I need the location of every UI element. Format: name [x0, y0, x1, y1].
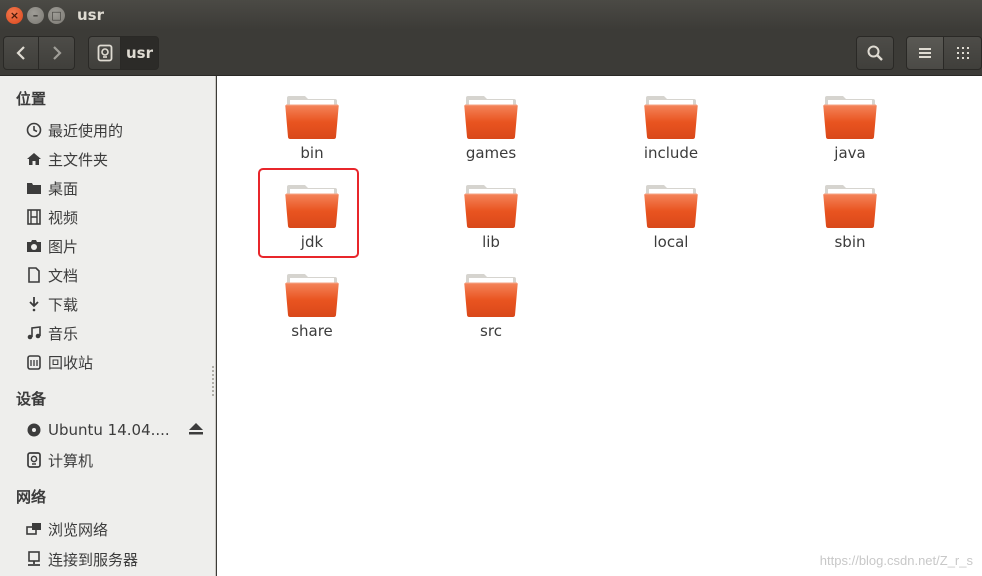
- film-icon: [25, 208, 43, 226]
- folder-icon: [823, 95, 877, 140]
- sidebar-item-label: 连接到服务器: [48, 550, 139, 569]
- sidebar-item-recent[interactable]: 最近使用的: [25, 118, 123, 142]
- folder-icon: [644, 184, 698, 229]
- path-root-button[interactable]: [88, 36, 121, 70]
- list-view-button[interactable]: [906, 36, 944, 70]
- folder-icon: [285, 273, 339, 318]
- folder-label: include: [643, 144, 699, 162]
- folder-item[interactable]: local: [606, 183, 736, 263]
- sidebar-item-music[interactable]: 音乐: [25, 321, 78, 345]
- folder-label: local: [653, 233, 689, 251]
- list-view-icon: [919, 48, 931, 58]
- drive-icon: [97, 44, 112, 62]
- folder-item[interactable]: lib: [426, 183, 556, 263]
- folder-item[interactable]: java: [785, 94, 915, 174]
- sidebar: 位置 最近使用的 主文件夹 桌面 视频 图片 文档 下载 音乐 回收站 设备 U…: [0, 76, 216, 576]
- sidebar-item-browse-network[interactable]: 浏览网络: [25, 517, 108, 541]
- folder-item[interactable]: src: [426, 272, 556, 352]
- trash-icon: [25, 353, 43, 371]
- sidebar-item-label: 桌面: [48, 179, 79, 198]
- music-icon: [25, 324, 43, 342]
- sidebar-item-desktop[interactable]: 桌面: [25, 176, 78, 200]
- folder-label: java: [834, 144, 866, 162]
- path-usr-button[interactable]: usr: [120, 36, 159, 70]
- home-icon: [25, 150, 43, 168]
- sidebar-item-label: 文档: [48, 266, 79, 285]
- back-button[interactable]: [3, 36, 39, 70]
- download-icon: [25, 295, 43, 313]
- camera-icon: [25, 237, 43, 255]
- folder-icon: [464, 273, 518, 318]
- sidebar-item-ubuntu-disc[interactable]: Ubuntu 14.04....: [25, 418, 170, 442]
- server-icon: [25, 550, 43, 568]
- folder-label: lib: [482, 233, 500, 251]
- folder-label: src: [480, 322, 502, 340]
- sidebar-item-home[interactable]: 主文件夹: [25, 147, 108, 171]
- sidebar-item-documents[interactable]: 文档: [25, 263, 78, 287]
- sidebar-item-trash[interactable]: 回收站: [25, 350, 93, 374]
- sidebar-item-downloads[interactable]: 下载: [25, 292, 78, 316]
- eject-icon[interactable]: [188, 422, 204, 436]
- folder-item[interactable]: include: [606, 94, 736, 174]
- document-icon: [25, 266, 43, 284]
- network-header: 网络: [16, 488, 47, 506]
- chevron-left-icon: [16, 46, 25, 60]
- sidebar-resize-handle[interactable]: [212, 366, 214, 396]
- folder-item[interactable]: sbin: [785, 183, 915, 263]
- selection-highlight-box: [258, 168, 359, 258]
- grid-view-button[interactable]: [943, 36, 982, 70]
- search-button[interactable]: [856, 36, 894, 70]
- title-bar: × – □ usr: [0, 0, 982, 30]
- folder-icon: [25, 179, 43, 197]
- network-icon: [25, 520, 43, 538]
- folder-icon: [464, 95, 518, 140]
- chevron-right-icon: [52, 46, 62, 60]
- sidebar-item-label: 音乐: [48, 324, 79, 343]
- sidebar-item-videos[interactable]: 视频: [25, 205, 78, 229]
- folder-item[interactable]: bin: [247, 94, 377, 174]
- sidebar-item-label: 浏览网络: [48, 520, 109, 539]
- disc-icon: [25, 421, 43, 439]
- places-header: 位置: [16, 90, 47, 108]
- sidebar-item-pictures[interactable]: 图片: [25, 234, 78, 258]
- forward-button[interactable]: [38, 36, 75, 70]
- folder-label: share: [291, 322, 333, 340]
- folder-icon: [285, 95, 339, 140]
- sidebar-item-label: 回收站: [48, 353, 94, 372]
- folder-label: sbin: [834, 233, 866, 251]
- sidebar-item-label: 下载: [48, 295, 79, 314]
- sidebar-item-label: 图片: [48, 237, 79, 256]
- sidebar-item-label: 主文件夹: [48, 150, 109, 169]
- folder-item[interactable]: games: [426, 94, 556, 174]
- drive-icon: [25, 451, 43, 469]
- sidebar-item-connect-server[interactable]: 连接到服务器: [25, 547, 138, 571]
- sidebar-item-label: 最近使用的: [48, 121, 124, 140]
- close-window-button[interactable]: ×: [6, 6, 23, 24]
- minimize-window-button[interactable]: –: [27, 6, 44, 24]
- window-title: usr: [77, 6, 105, 24]
- folder-icon: [644, 95, 698, 140]
- devices-header: 设备: [16, 390, 47, 408]
- maximize-window-button[interactable]: □: [48, 6, 65, 24]
- toolbar: usr: [0, 30, 982, 76]
- grid-view-icon: [956, 47, 969, 59]
- file-view: bin games include java jdk lib local sbi…: [217, 76, 982, 576]
- folder-item[interactable]: share: [247, 272, 377, 352]
- folder-icon: [823, 184, 877, 229]
- search-icon: [867, 45, 883, 61]
- folder-label: games: [465, 144, 517, 162]
- sidebar-item-label: 视频: [48, 208, 79, 227]
- watermark-text: https://blog.csdn.net/Z_r_s: [819, 553, 973, 568]
- clock-icon: [25, 121, 43, 139]
- sidebar-item-label: Ubuntu 14.04....: [48, 421, 170, 439]
- sidebar-item-computer[interactable]: 计算机: [25, 448, 93, 472]
- folder-label: bin: [300, 144, 324, 162]
- sidebar-item-label: 计算机: [48, 451, 94, 470]
- folder-icon: [464, 184, 518, 229]
